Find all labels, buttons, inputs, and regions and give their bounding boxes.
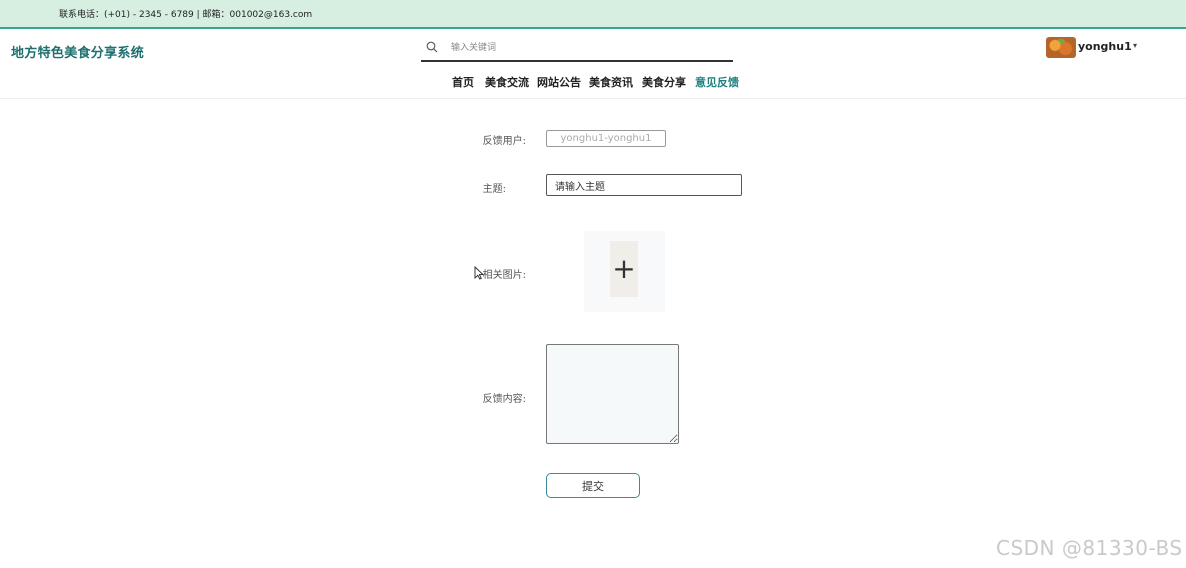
mouse-cursor-icon	[474, 266, 484, 280]
image-upload[interactable]: +	[584, 231, 665, 312]
title-input[interactable]	[546, 174, 742, 196]
content-label: 反馈内容:	[482, 394, 526, 405]
nav-food-share[interactable]: 美食分享	[642, 74, 686, 90]
feedback-form: 反馈用户: yonghu1-yonghu1 主题: 相关图片: + 反馈内容: …	[0, 100, 1186, 568]
search-input[interactable]	[451, 41, 721, 55]
header: 地方特色美食分享系统 yonghu1 ▾ 首页 美食交流 网站公告 美食资讯 美…	[0, 29, 1186, 99]
top-contact-bar: 联系电话：(+01) - 2345 - 6789 | 邮箱：001002@163…	[0, 0, 1186, 29]
feedback-user-label: 反馈用户:	[482, 136, 526, 147]
nav-announcements[interactable]: 网站公告	[537, 74, 581, 90]
username[interactable]: yonghu1	[1078, 40, 1132, 53]
feedback-user-field: yonghu1-yonghu1	[546, 130, 666, 147]
search-icon[interactable]	[426, 41, 438, 53]
submit-button[interactable]: 提交	[546, 473, 640, 498]
plus-icon: +	[612, 252, 636, 285]
nav-home[interactable]: 首页	[452, 74, 474, 90]
upload-placeholder: +	[610, 241, 638, 297]
watermark: CSDN @81330-BS	[996, 536, 1183, 560]
nav-food-exchange[interactable]: 美食交流	[485, 74, 529, 90]
search-bar	[421, 38, 733, 62]
content-textarea[interactable]	[546, 344, 679, 444]
avatar[interactable]	[1046, 37, 1076, 58]
contact-info: 联系电话：(+01) - 2345 - 6789 | 邮箱：001002@163…	[59, 10, 313, 20]
nav-feedback[interactable]: 意见反馈	[695, 74, 739, 90]
site-title[interactable]: 地方特色美食分享系统	[11, 42, 144, 61]
nav-food-news[interactable]: 美食资讯	[589, 74, 633, 90]
title-label: 主题:	[482, 184, 506, 195]
chevron-down-icon[interactable]: ▾	[1133, 41, 1137, 50]
